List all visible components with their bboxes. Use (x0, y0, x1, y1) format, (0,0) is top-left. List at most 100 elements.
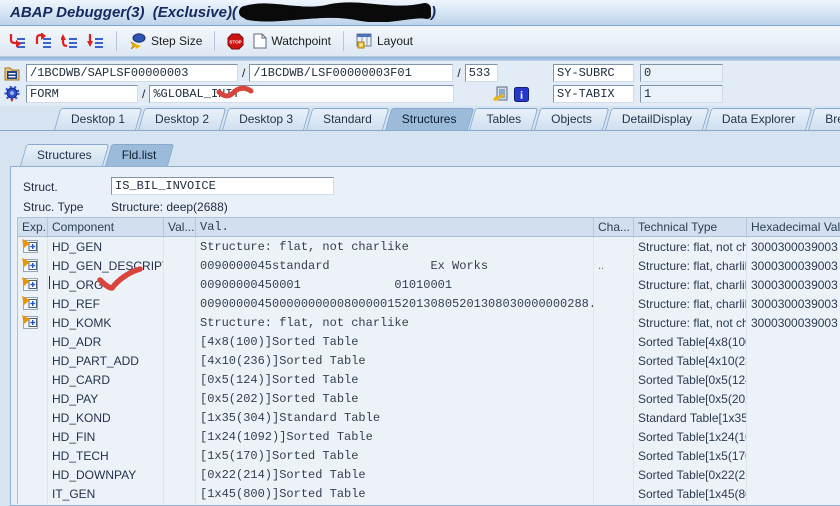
tab-data-explorer[interactable]: Data Explorer (705, 108, 806, 130)
table-row[interactable]: IT_GEN [1x45(800)]Sorted Table Sorted Ta… (18, 484, 840, 503)
struct-input[interactable]: IS_BIL_INVOICE (111, 177, 334, 195)
event-name-field[interactable]: %GLOBAL_INIT (149, 85, 454, 103)
expand-icon[interactable] (22, 258, 39, 273)
table-row-hd-org[interactable]: HD_ORG 00900000450001 01010001 Structure… (18, 275, 840, 294)
event-icon (4, 86, 20, 102)
expand-icon[interactable] (22, 239, 39, 254)
technical-type: Sorted Table[4x10(23. (634, 351, 747, 370)
include-field[interactable]: /1BCDWB/LSF00000003F01 (249, 64, 453, 82)
svg-text:i: i (520, 89, 523, 101)
table-row[interactable]: HD_KOND [1x35(304)]Standard Table Standa… (18, 408, 840, 427)
col-cha[interactable]: Cha... (594, 218, 634, 236)
sy-tabix-label-field[interactable]: SY-TABIX (553, 85, 634, 103)
table-row[interactable]: HD_PART_ADD [4x10(236)]Sorted Table Sort… (18, 351, 840, 370)
component-value: [1x45(800)]Sorted Table (196, 484, 594, 503)
expand-icon[interactable] (22, 296, 39, 311)
col-hexadecimal-value[interactable]: Hexadecimal Value (747, 218, 840, 236)
table-row[interactable]: HD_REF 009000004500000000008000001520130… (18, 294, 840, 313)
table-row[interactable]: HD_TECH [1x5(170)]Sorted Table Sorted Ta… (18, 446, 840, 465)
separator: / (238, 66, 249, 80)
tab-detaildisplay[interactable]: DetailDisplay (605, 108, 703, 130)
table-row[interactable]: HD_ADR [4x8(100)]Sorted Table Sorted Tab… (18, 332, 840, 351)
desktop-tabstrip: Desktop 1 Desktop 2 Desktop 3 Standard S… (0, 106, 840, 130)
component-value: Structure: flat, not charlike (196, 313, 594, 332)
tab-structures[interactable]: Structures (385, 108, 468, 130)
hex-value (747, 503, 840, 504)
tab-break-watchpoints[interactable]: Break./Watchpoints (808, 108, 840, 130)
step-size-button[interactable]: Step Size (126, 31, 205, 52)
step-over-button[interactable] (32, 31, 55, 51)
table-row[interactable]: IT_ADR [0x7(90)]Standard Table Standard … (18, 503, 840, 504)
component-name: IT_GEN (48, 484, 164, 503)
table-row[interactable]: HD_FIN [1x24(1092)]Sorted Table Sorted T… (18, 427, 840, 446)
step-into-button[interactable] (6, 31, 29, 51)
redaction-scribble (239, 2, 431, 22)
component-name: HD_FIN (48, 427, 164, 446)
table-row[interactable]: HD_KOMK Structure: flat, not charlike St… (18, 313, 840, 332)
hex-value (747, 465, 840, 484)
sy-subrc-value-field: 0 (640, 64, 723, 82)
component-name: HD_CARD (48, 370, 164, 389)
sy-subrc-label-field[interactable]: SY-SUBRC (553, 64, 634, 82)
technical-type: Structure: flat, not ch.. (634, 313, 747, 332)
subtab-structures[interactable]: Structures (20, 144, 103, 166)
exit-icon[interactable] (492, 86, 508, 102)
title-bar: ABAP Debugger(3) (Exclusive)( ) (0, 0, 840, 26)
tab-tables[interactable]: Tables (469, 108, 532, 130)
source-context-bar: /1BCDWB/SAPLSF00000003 / /1BCDWB/LSF0000… (0, 61, 840, 106)
subtab-fldlist[interactable]: Fld.list (105, 144, 168, 166)
program-field[interactable]: /1BCDWB/SAPLSF00000003 (26, 64, 238, 82)
tab-objects[interactable]: Objects (534, 108, 603, 130)
separator: / (453, 66, 464, 80)
col-valdots[interactable]: Val.... (164, 218, 196, 236)
watchpoint-label: Watchpoint (271, 34, 331, 48)
step-out-button[interactable] (58, 31, 81, 51)
stop-icon: STOP (227, 33, 244, 50)
table-row[interactable]: HD_DOWNPAY [0x22(214)]Sorted Table Sorte… (18, 465, 840, 484)
debugger-toolbar: Step Size STOP Watchpoint Layout (0, 26, 840, 57)
continue-button[interactable] (84, 31, 107, 51)
table-row[interactable]: HD_CARD [0x5(124)]Sorted Table Sorted Ta… (18, 370, 840, 389)
technical-type: Sorted Table[0x5(124. (634, 370, 747, 389)
expand-icon[interactable] (22, 315, 39, 330)
table-row[interactable]: HD_PAY [0x5(202)]Sorted Table Sorted Tab… (18, 389, 840, 408)
layout-button[interactable]: Layout (353, 31, 416, 51)
hex-value: 3000300039003 (747, 237, 840, 256)
component-name: HD_ORG (48, 275, 164, 294)
struct-type-label: Struc. Type (23, 200, 83, 214)
hex-value (747, 446, 840, 465)
info-icon[interactable]: i (514, 87, 529, 102)
component-value: Structure: flat, not charlike (196, 237, 594, 256)
component-value: [0x7(90)]Standard Table (196, 503, 594, 504)
table-row[interactable]: HD_GEN Structure: flat, not charlike Str… (18, 237, 840, 256)
stop-button[interactable]: STOP (224, 31, 247, 52)
component-name: HD_KOMK (48, 313, 164, 332)
component-value: [1x24(1092)]Sorted Table (196, 427, 594, 446)
table-header-row: Exp. Component Val.... Val. Cha... Techn… (18, 218, 840, 237)
technical-type: Structure: flat, charlik.. (634, 294, 747, 313)
watchpoint-button[interactable]: Watchpoint (250, 31, 334, 51)
table-row[interactable]: HD_GEN_DESCRIPT 0090000045standard Ex Wo… (18, 256, 840, 275)
component-value: [4x10(236)]Sorted Table (196, 351, 594, 370)
col-component[interactable]: Component (48, 218, 164, 236)
tab-desktop-2[interactable]: Desktop 2 (138, 108, 220, 130)
text-cursor (49, 276, 50, 289)
col-technical-type[interactable]: Technical Type (634, 218, 747, 236)
hex-value (747, 351, 840, 370)
event-type-field[interactable]: FORM (26, 85, 138, 103)
col-exp[interactable]: Exp. (18, 218, 48, 236)
expand-icon[interactable] (22, 277, 39, 292)
component-name: HD_GEN_DESCRIPT (48, 256, 164, 275)
tab-standard[interactable]: Standard (306, 108, 383, 130)
component-value: 00900000450001 01010001 (196, 275, 594, 294)
component-value: [1x35(304)]Standard Table (196, 408, 594, 427)
technical-type: Sorted Table[0x5(202. (634, 389, 747, 408)
component-value: [4x8(100)]Sorted Table (196, 332, 594, 351)
component-value: 0090000045000000000080000015201308052013… (196, 294, 594, 313)
line-number-field[interactable]: 533 (465, 64, 498, 82)
component-name: HD_KOND (48, 408, 164, 427)
tab-desktop-1[interactable]: Desktop 1 (54, 108, 136, 130)
toolbar-separator (343, 31, 344, 51)
tab-desktop-3[interactable]: Desktop 3 (222, 108, 304, 130)
col-val[interactable]: Val. (196, 218, 594, 236)
